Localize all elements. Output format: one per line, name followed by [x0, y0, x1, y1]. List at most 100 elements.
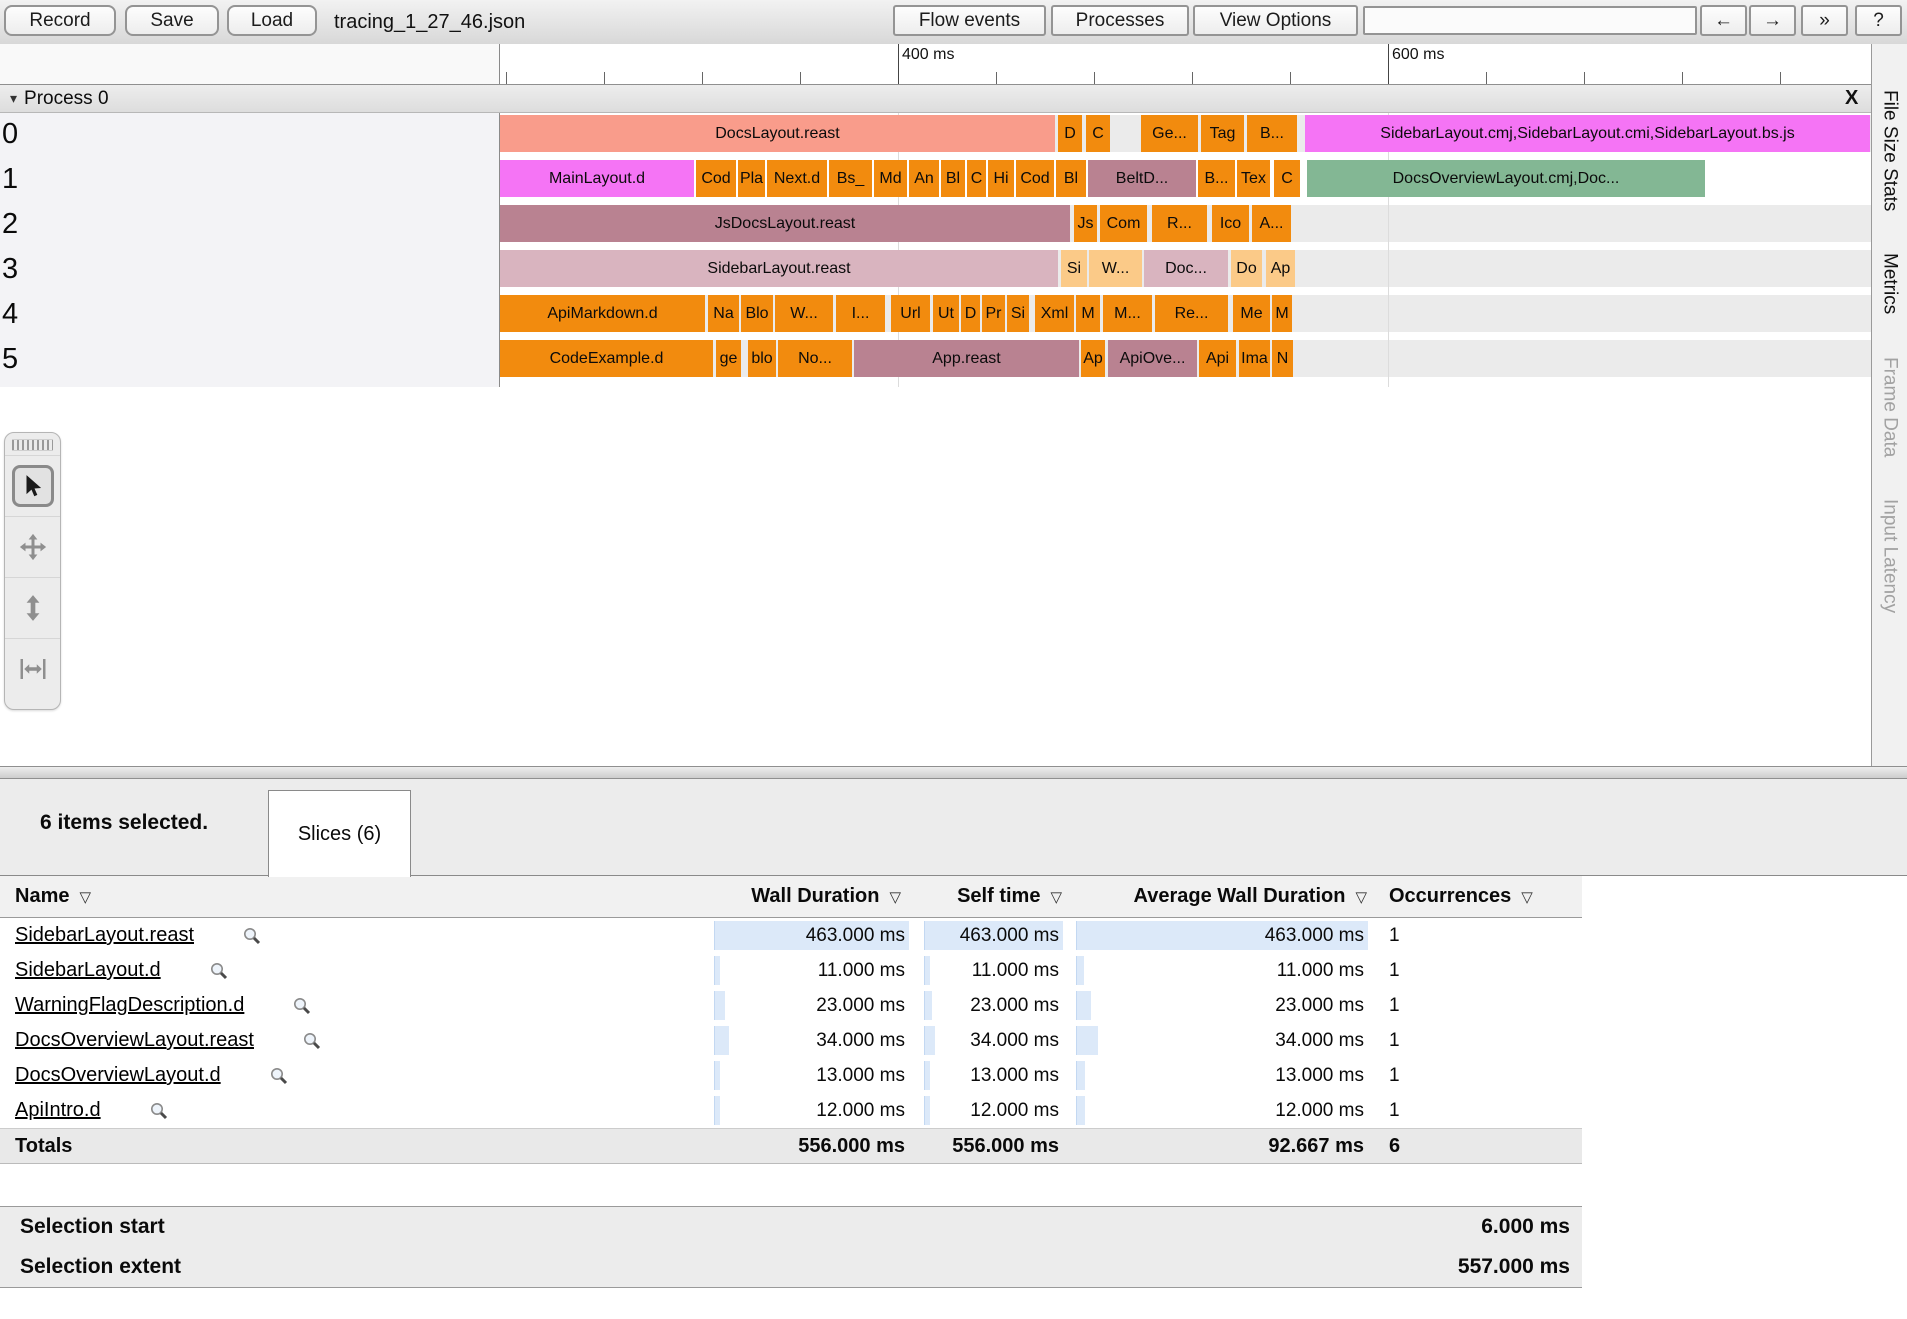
process-close-button[interactable]: X — [1845, 85, 1858, 112]
column-header-name[interactable]: Name▽ — [15, 876, 415, 917]
trace-slice[interactable]: Ap — [1266, 250, 1295, 287]
trace-slice[interactable]: Hi — [988, 160, 1014, 197]
vertical-zoom-tool-button[interactable] — [5, 577, 60, 638]
trace-slice[interactable]: Me — [1233, 295, 1270, 332]
magnifier-icon[interactable] — [292, 996, 312, 1016]
find-previous-button[interactable]: ← — [1700, 5, 1747, 36]
view-options-button[interactable]: View Options — [1193, 5, 1358, 36]
trace-slice[interactable]: M — [1272, 295, 1292, 332]
trace-slice[interactable]: Com — [1100, 205, 1147, 242]
side-tab-metrics[interactable]: Metrics — [1879, 253, 1901, 314]
trace-slice[interactable]: Bs_ — [829, 160, 872, 197]
trace-slice[interactable]: SidebarLayout.reast — [500, 250, 1058, 287]
trace-slice[interactable]: B... — [1198, 160, 1235, 197]
trace-slice[interactable]: C — [1086, 115, 1110, 152]
side-tab-file-size-stats[interactable]: File Size Stats — [1879, 90, 1901, 211]
trace-slice[interactable]: I... — [836, 295, 885, 332]
trace-slice[interactable]: Na — [708, 295, 739, 332]
trace-slice[interactable]: Cod — [1016, 160, 1054, 197]
trace-slice[interactable]: Ico — [1212, 205, 1249, 242]
trace-slice[interactable]: DocsOverviewLayout.cmj,Doc... — [1307, 160, 1705, 197]
pan-tool-button[interactable] — [5, 516, 60, 577]
sort-triangle-icon[interactable]: ▽ — [1355, 888, 1367, 906]
trace-slice[interactable]: C — [967, 160, 986, 197]
trace-slice[interactable]: D — [1058, 115, 1082, 152]
trace-slice[interactable]: Js — [1074, 205, 1097, 242]
magnifier-icon[interactable] — [149, 1101, 169, 1121]
trace-slice[interactable]: Ap — [1081, 340, 1105, 377]
trace-slice[interactable]: D — [961, 295, 980, 332]
trace-slice[interactable]: Bl — [1056, 160, 1086, 197]
trace-slice[interactable]: Pr — [982, 295, 1005, 332]
trace-slice[interactable]: R... — [1152, 205, 1207, 242]
collapse-triangle-icon[interactable]: ▾ — [10, 90, 17, 107]
search-input[interactable] — [1363, 6, 1697, 35]
trace-slice[interactable]: SidebarLayout.cmj,SidebarLayout.cmi,Side… — [1305, 115, 1870, 152]
sort-triangle-icon[interactable]: ▽ — [1050, 888, 1062, 906]
column-header-occurrences[interactable]: Occurrences▽ — [1389, 876, 1575, 917]
trace-slice[interactable]: ApiMarkdown.d — [500, 295, 705, 332]
trace-slice[interactable]: W... — [775, 295, 833, 332]
load-button[interactable]: Load — [227, 5, 317, 36]
trace-slice[interactable]: Blo — [741, 295, 773, 332]
trace-slice[interactable]: App.reast — [854, 340, 1079, 377]
panel-splitter[interactable] — [0, 766, 1907, 779]
magnifier-icon[interactable] — [302, 1031, 322, 1051]
trace-slice[interactable]: Ge... — [1141, 115, 1198, 152]
timing-tool-button[interactable] — [5, 638, 60, 699]
flame-chart-track[interactable]: DocsLayout.reastDCGe...TagB...SidebarLay… — [499, 113, 1871, 387]
slice-name-link[interactable]: DocsOverviewLayout.d — [15, 1064, 221, 1087]
trace-slice[interactable]: Ima — [1239, 340, 1270, 377]
trace-slice[interactable]: BeltD... — [1088, 160, 1196, 197]
trace-slice[interactable]: Si — [1061, 250, 1087, 287]
trace-slice[interactable]: Md — [874, 160, 907, 197]
trace-slice[interactable]: CodeExample.d — [500, 340, 713, 377]
flow-events-button[interactable]: Flow events — [893, 5, 1046, 36]
find-next-button[interactable]: → — [1749, 5, 1796, 36]
trace-slice[interactable]: JsDocsLayout.reast — [500, 205, 1070, 242]
trace-slice[interactable]: MainLayout.d — [500, 160, 694, 197]
slice-name-link[interactable]: ApiIntro.d — [15, 1099, 101, 1122]
sort-triangle-icon[interactable]: ▽ — [79, 888, 91, 906]
trace-slice[interactable]: Re... — [1155, 295, 1228, 332]
trace-slice[interactable]: ge — [716, 340, 741, 377]
trace-slice[interactable]: Cod — [696, 160, 736, 197]
palette-grip-handle[interactable] — [12, 439, 53, 451]
trace-slice[interactable]: M — [1076, 295, 1100, 332]
slice-name-link[interactable]: SidebarLayout.reast — [15, 924, 194, 947]
trace-slice[interactable]: DocsLayout.reast — [500, 115, 1055, 152]
select-tool-button[interactable] — [5, 455, 60, 516]
trace-slice[interactable]: M... — [1103, 295, 1152, 332]
trace-slice[interactable]: No... — [778, 340, 852, 377]
processes-button[interactable]: Processes — [1051, 5, 1189, 36]
trace-slice[interactable]: Next.d — [767, 160, 827, 197]
trace-slice[interactable]: B... — [1247, 115, 1297, 152]
trace-slice[interactable]: Xml — [1035, 295, 1074, 332]
trace-slice[interactable]: Do — [1231, 250, 1262, 287]
trace-slice[interactable]: Doc... — [1144, 250, 1228, 287]
process-header[interactable]: ▾ Process 0 X — [0, 84, 1907, 113]
trace-slice[interactable]: blo — [748, 340, 776, 377]
magnifier-icon[interactable] — [242, 926, 262, 946]
record-button[interactable]: Record — [4, 5, 116, 36]
help-button[interactable]: ? — [1855, 5, 1902, 36]
sort-triangle-icon[interactable]: ▽ — [1521, 888, 1533, 906]
more-options-button[interactable]: » — [1801, 5, 1848, 36]
process-title[interactable]: ▾ Process 0 — [10, 85, 109, 112]
trace-slice[interactable]: ApiOve... — [1108, 340, 1197, 377]
column-header-wall-duration[interactable]: Wall Duration▽ — [590, 876, 901, 917]
trace-slice[interactable]: C — [1274, 160, 1300, 197]
save-button[interactable]: Save — [125, 5, 219, 36]
trace-slice[interactable]: Bl — [941, 160, 965, 197]
magnifier-icon[interactable] — [269, 1066, 289, 1086]
slice-name-link[interactable]: DocsOverviewLayout.reast — [15, 1029, 254, 1052]
trace-slice[interactable]: An — [909, 160, 939, 197]
trace-slice[interactable]: Pla — [738, 160, 765, 197]
trace-slice[interactable]: Tag — [1201, 115, 1244, 152]
column-header-average-wall-duration[interactable]: Average Wall Duration▽ — [1076, 876, 1367, 917]
trace-slice[interactable]: Url — [891, 295, 930, 332]
trace-slice[interactable]: N — [1272, 340, 1293, 377]
trace-slice[interactable]: Si — [1007, 295, 1029, 332]
magnifier-icon[interactable] — [209, 961, 229, 981]
trace-slice[interactable]: Ut — [933, 295, 959, 332]
